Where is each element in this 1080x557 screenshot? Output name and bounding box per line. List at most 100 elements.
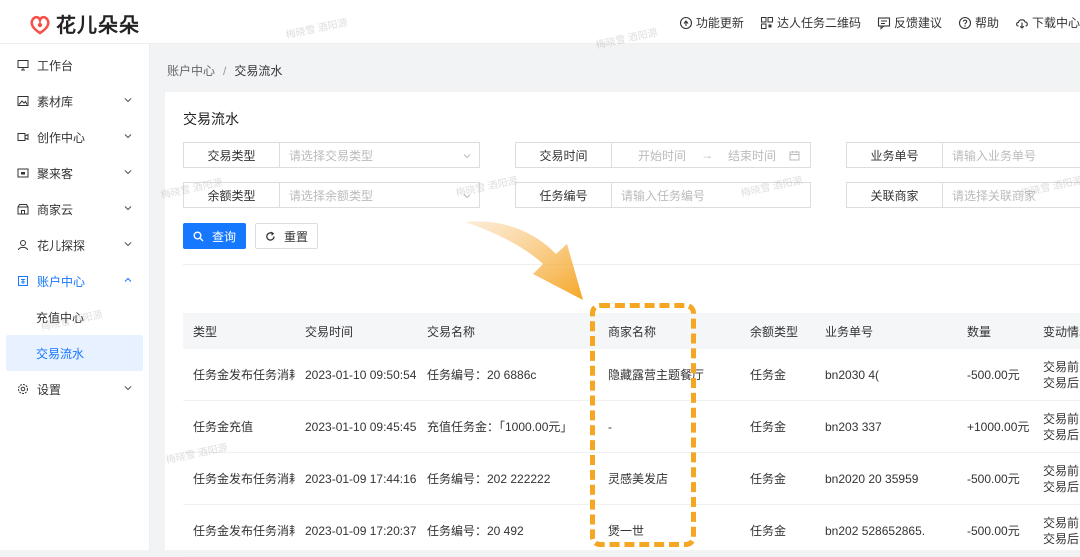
cell-type: 任务金发布任务消耗	[193, 472, 295, 486]
cell-biz-no: bn202 528652865.	[825, 523, 926, 538]
sidebar-item-workbench[interactable]: 工作台	[0, 47, 149, 83]
cell-name: 任务编号：20 492	[427, 524, 524, 538]
change-before: 交易前：	[1043, 515, 1080, 530]
sidebar-item-huaer-tantan[interactable]: 花儿探探	[0, 227, 149, 263]
breadcrumb-current: 交易流水	[234, 64, 283, 78]
shop-icon	[17, 204, 29, 215]
sidebar-subitem-label: 交易流水	[36, 346, 85, 361]
cell-type: 任务金充值	[193, 420, 254, 434]
cell-time: 2023-01-10 09:50:54	[305, 367, 417, 382]
sidebar-item-julaike[interactable]: 聚来客	[0, 155, 149, 191]
reset-button-label: 重置	[283, 229, 308, 244]
page-title: 交易流水	[183, 111, 239, 127]
divider	[183, 264, 1080, 265]
cell-name: 任务编号：20 6886c	[427, 368, 537, 382]
cell-merchant: -	[608, 419, 612, 434]
cell-time: 2023-01-09 17:20:37	[305, 523, 417, 538]
feedback-link[interactable]: 反馈建议	[877, 14, 942, 31]
help-label: 帮助	[974, 16, 999, 30]
biz-no-placeholder: 请输入业务单号	[952, 148, 1037, 163]
header-change: 变动情况	[1043, 324, 1080, 339]
end-time-input[interactable]: 结束时间	[717, 147, 787, 164]
cell-amount: +1000.00元	[967, 420, 1030, 434]
cell-type: 任务金发布任务消耗	[193, 368, 295, 382]
cell-balance-type: 任务金	[750, 472, 787, 486]
range-arrow: →	[701, 148, 713, 162]
explore-icon	[18, 240, 28, 251]
task-no-field[interactable]: 任务编号 请输入任务编号	[515, 182, 811, 208]
trade-time-range[interactable]: 交易时间 开始时间 → 结束时间	[515, 142, 811, 168]
sidebar-item-label: 账户中心	[37, 274, 86, 289]
help-link[interactable]: 帮助	[958, 14, 999, 31]
header-time: 交易时间	[305, 324, 354, 339]
monitor-icon	[17, 60, 29, 71]
top-actions: 功能更新 达人任务二维码 反馈建议 帮助 下载中心	[663, 14, 1080, 31]
header-merchant: 商家名称	[608, 324, 657, 339]
biz-no-field[interactable]: 业务单号 请输入业务单号	[846, 142, 1080, 168]
sidebar-item-account-center[interactable]: 账户中心	[0, 263, 149, 299]
breadcrumb-parent[interactable]: 账户中心	[167, 64, 215, 78]
table-row: 任务金发布任务消耗 2023-01-10 09:50:54 任务编号：20 6886…	[183, 349, 1080, 401]
change-before: 交易前：	[1043, 463, 1080, 478]
chevron-down-icon	[124, 206, 132, 211]
sidebar-item-merchant-cloud[interactable]: 商家云	[0, 191, 149, 227]
table-row: 任务金发布任务消耗 2023-01-09 17:20:37 任务编号：20 492 煲…	[183, 505, 1080, 557]
sidebar-item-settings[interactable]: 设置	[0, 371, 149, 407]
query-button[interactable]: 查询	[183, 223, 246, 249]
cell-change: 交易前：交易后：	[1033, 463, 1080, 495]
sidebar-item-creation[interactable]: 创作中心	[0, 119, 149, 155]
sidebar-item-label: 设置	[37, 382, 62, 397]
sidebar-item-label: 工作台	[37, 58, 74, 73]
sidebar-item-materials[interactable]: 素材库	[0, 83, 149, 119]
feedback-label: 反馈建议	[893, 16, 942, 30]
reset-button[interactable]: 重置	[255, 223, 318, 249]
account-icon	[18, 276, 28, 286]
merchant-select[interactable]: 关联商家 请选择关联商家	[846, 182, 1080, 208]
qrcode-link[interactable]: 达人任务二维码	[760, 14, 861, 31]
sidebar-subitem-recharge[interactable]: 充值中心	[0, 299, 149, 335]
start-time-input[interactable]: 开始时间	[627, 147, 697, 164]
top-bar: 花儿朵朵 功能更新 达人任务二维码 反馈建议 帮助 下载中心	[0, 0, 1080, 44]
sidebar-subitem-transactions[interactable]: 交易流水	[6, 335, 143, 371]
chevron-down-icon	[124, 242, 132, 247]
trade-type-select[interactable]: 交易类型 请选择交易类型	[183, 142, 480, 168]
header-balance-type: 余额类型	[750, 324, 799, 339]
feedback-icon	[877, 16, 891, 30]
image-icon	[17, 96, 29, 106]
cell-biz-no: bn203 337	[825, 419, 882, 434]
chevron-down-icon	[124, 134, 132, 139]
download-center-link[interactable]: 下载中心	[1015, 14, 1080, 31]
breadcrumb: 账户中心 / 交易流水	[167, 62, 282, 79]
task-no-placeholder: 请输入任务编号	[621, 188, 706, 203]
change-after: 交易后：	[1043, 531, 1080, 546]
feature-update-link[interactable]: 功能更新	[679, 14, 744, 31]
app-logo[interactable]: 花儿朵朵	[28, 9, 140, 38]
logo-icon	[30, 15, 50, 35]
header-name: 交易名称	[427, 324, 476, 339]
video-icon	[17, 133, 29, 141]
change-before: 交易前：	[1043, 411, 1080, 426]
trade-type-placeholder: 请选择交易类型	[289, 148, 374, 163]
qrcode-label: 达人任务二维码	[776, 16, 861, 30]
trade-type-label: 交易类型	[184, 143, 280, 167]
chevron-down-icon	[124, 98, 132, 103]
update-icon	[679, 16, 692, 29]
annotation-arrow-icon	[465, 221, 583, 300]
cell-amount: -500.00元	[967, 472, 1020, 486]
balance-type-select[interactable]: 余额类型 请选择余额类型	[183, 182, 480, 208]
header-biz-no: 业务单号	[825, 324, 874, 339]
breadcrumb-separator: /	[223, 64, 227, 78]
table-row: 任务金发布任务消耗 2023-01-09 17:44:16 任务编号：202 222…	[183, 453, 1080, 505]
change-after: 交易后：	[1043, 375, 1080, 390]
cell-biz-no: bn2030 4(	[825, 367, 880, 382]
cell-biz-no: bn2020 20 35959	[825, 471, 919, 486]
calendar-icon	[789, 150, 800, 160]
cell-amount: -500.00元	[967, 368, 1020, 382]
download-icon	[1016, 18, 1028, 29]
balance-type-placeholder: 请选择余额类型	[289, 188, 374, 203]
refresh-icon	[266, 231, 275, 241]
app-name: 花儿朵朵	[56, 15, 140, 37]
table-row: 任务金充值 2023-01-10 09:45:45 充值任务金：「1000.00元」…	[183, 401, 1080, 453]
change-after: 交易后：	[1043, 479, 1080, 494]
cell-merchant: 灵感美发店	[608, 472, 669, 486]
